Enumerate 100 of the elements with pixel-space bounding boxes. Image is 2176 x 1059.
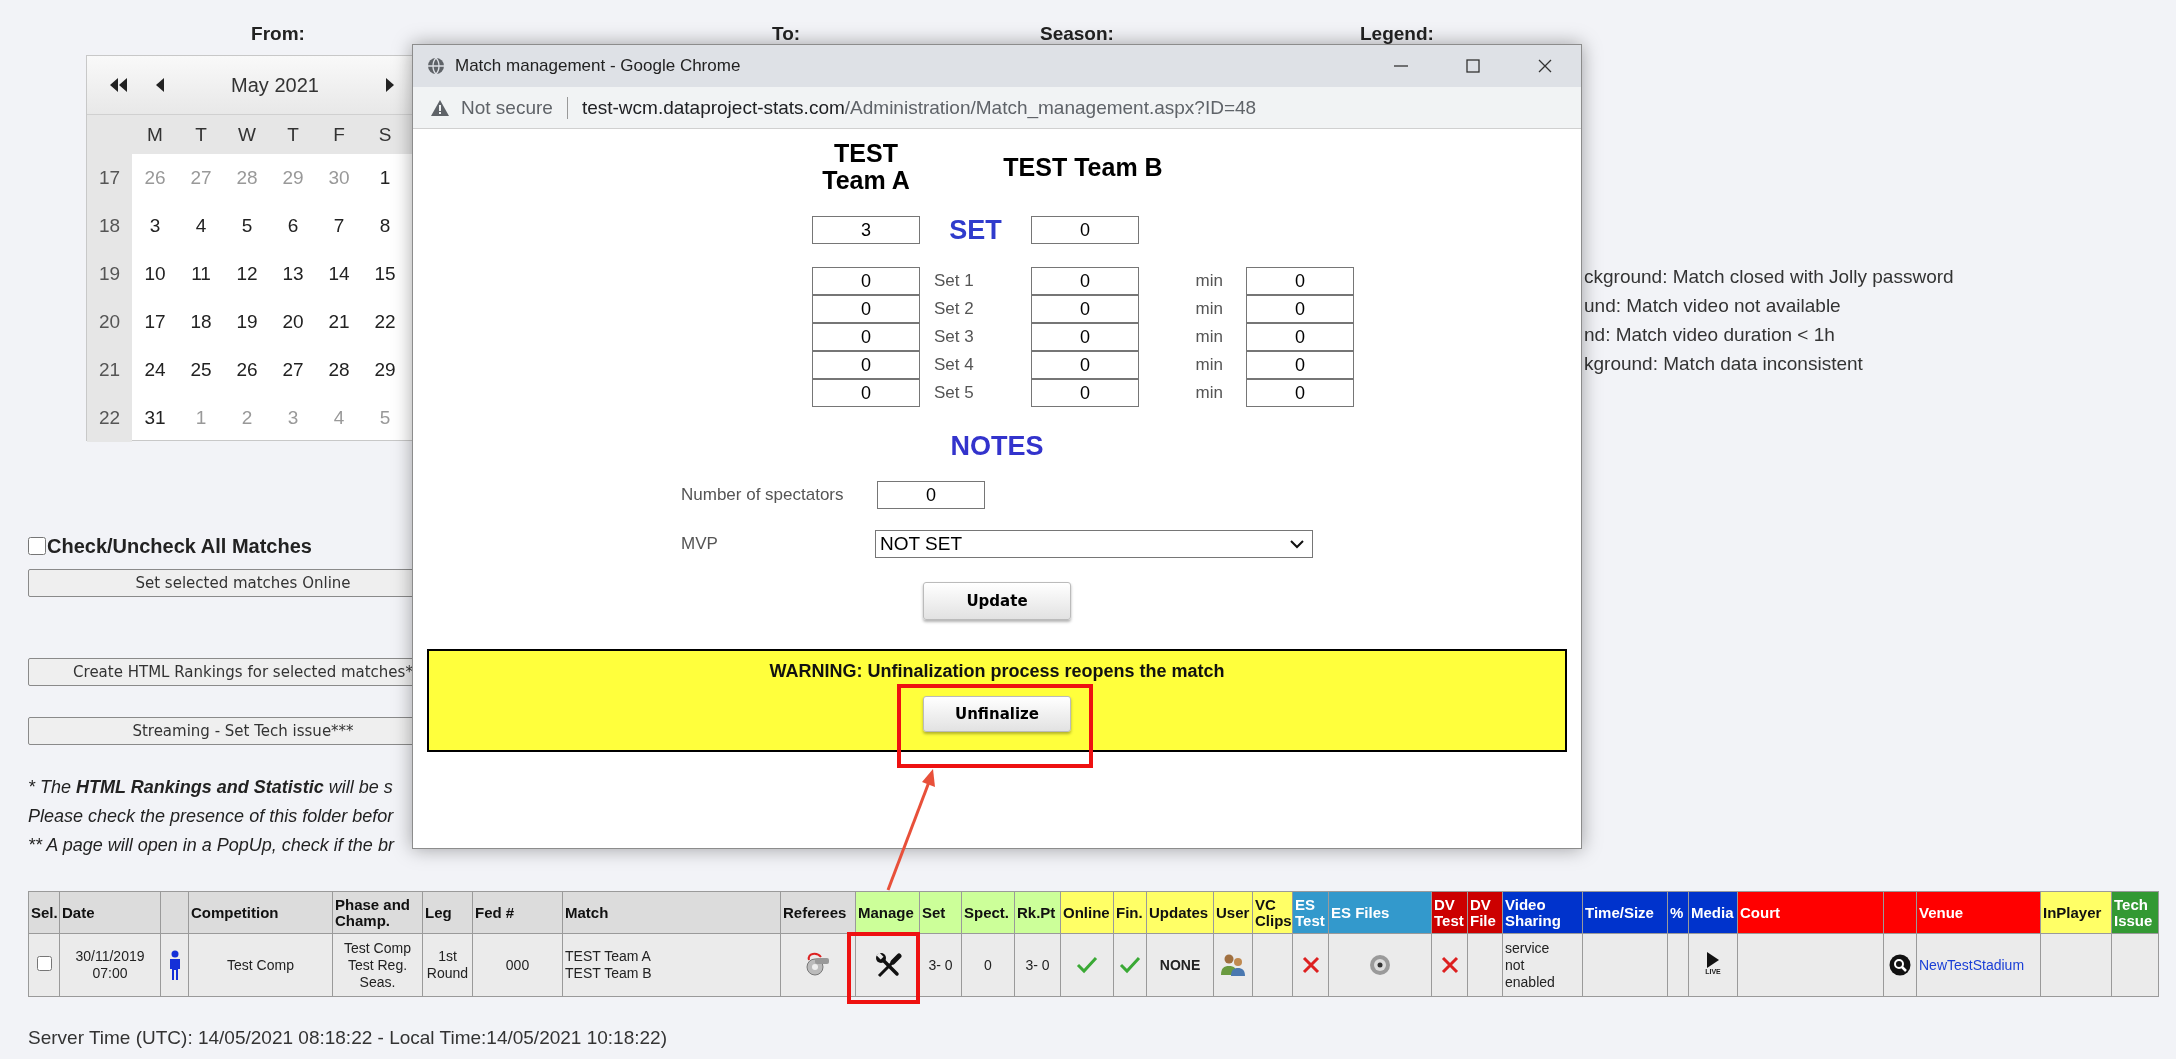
minutes-field[interactable]: 0 xyxy=(1246,267,1354,295)
person-icon[interactable] xyxy=(167,950,182,980)
calendar-day[interactable]: 8 xyxy=(362,202,408,250)
column-header: DV File xyxy=(1467,891,1503,934)
security-label: Not secure xyxy=(461,96,553,119)
footnote-text: ** A page will open in a PopUp, check if the br xyxy=(28,835,394,855)
spectators-field[interactable]: 0 xyxy=(877,481,985,509)
set-label: Set 4 xyxy=(933,355,975,375)
score-field[interactable]: 0 xyxy=(812,379,920,407)
column-header: Competition xyxy=(188,891,333,934)
column-header: Leg xyxy=(422,891,473,934)
select-all-label[interactable]: Check/Uncheck All Matches xyxy=(47,534,312,558)
minutes-field[interactable]: 0 xyxy=(1246,351,1354,379)
calendar-day[interactable]: 27 xyxy=(270,346,316,394)
select-all-checkbox[interactable] xyxy=(28,537,46,555)
calendar-day[interactable]: 21 xyxy=(316,298,362,346)
column-header: InPlayer xyxy=(2040,891,2112,934)
minutes-field[interactable]: 0 xyxy=(1246,379,1354,407)
min-label: min xyxy=(1194,383,1224,403)
calendar-day[interactable]: 26 xyxy=(224,346,270,394)
calendar-day[interactable]: 14 xyxy=(316,250,362,298)
set-label: Set 5 xyxy=(933,383,975,403)
column-header: Time/Size xyxy=(1582,891,1668,934)
calendar-day[interactable]: 29 xyxy=(362,346,408,394)
calendar-day[interactable]: 19 xyxy=(224,298,270,346)
score-field[interactable]: 0 xyxy=(812,323,920,351)
warning-icon xyxy=(431,99,449,116)
calendar-day[interactable]: 31 xyxy=(132,394,178,442)
score-field[interactable]: 0 xyxy=(812,295,920,323)
left-arrow-icon[interactable] xyxy=(155,78,165,92)
calendar-day[interactable]: 25 xyxy=(178,346,224,394)
column-header: Sel. xyxy=(28,891,60,934)
calendar-day[interactable]: 12 xyxy=(224,250,270,298)
calendar-day[interactable]: 24 xyxy=(132,346,178,394)
calendar-day[interactable]: 3 xyxy=(132,202,178,250)
calendar-day[interactable]: 5 xyxy=(224,202,270,250)
minutes-field[interactable]: 0 xyxy=(1246,295,1354,323)
calendar-day[interactable]: 7 xyxy=(316,202,362,250)
score-field[interactable]: 0 xyxy=(1031,323,1139,351)
score-field[interactable]: 0 xyxy=(812,351,920,379)
calendar-day[interactable]: 13 xyxy=(270,250,316,298)
score-field[interactable]: 0 xyxy=(1031,379,1139,407)
users-icon[interactable] xyxy=(1220,953,1246,977)
weekday-label: T xyxy=(194,123,208,146)
close-icon xyxy=(1536,57,1554,75)
column-header: Referees xyxy=(780,891,856,934)
set-label: Set 1 xyxy=(933,271,975,291)
min-label: min xyxy=(1194,271,1224,291)
calendar-day[interactable]: 10 xyxy=(132,250,178,298)
score-field[interactable]: 3 xyxy=(812,216,920,244)
calendar-day[interactable]: 18 xyxy=(178,298,224,346)
calendar-day[interactable]: 1 xyxy=(362,154,408,202)
url-text[interactable]: test-wcm.dataproject-stats.com/Administration/Match_management.aspx?ID=48 xyxy=(581,96,1257,119)
column-header: Set xyxy=(919,891,962,934)
legend-text: ckground: Match closed with Jolly password xyxy=(1584,266,1954,287)
column-header: % xyxy=(1667,891,1689,934)
week-number: 19 xyxy=(87,250,132,298)
table-cell: Test Comp Test Reg. Seas. xyxy=(332,933,423,997)
update-button[interactable]: Update xyxy=(923,582,1071,620)
tools-icon[interactable] xyxy=(873,951,902,979)
min-label: min xyxy=(1194,299,1224,319)
venue-link[interactable]: NewTestStadium xyxy=(1919,956,2025,973)
score-field[interactable]: 0 xyxy=(1031,295,1139,323)
calendar-day[interactable]: 11 xyxy=(178,250,224,298)
search-icon[interactable] xyxy=(1889,954,1911,976)
set-label: Set 3 xyxy=(933,327,975,347)
calendar-day[interactable]: 20 xyxy=(270,298,316,346)
unfinalize-button[interactable]: Unfinalize xyxy=(923,696,1071,732)
cross-icon xyxy=(1440,956,1459,974)
calendar-day[interactable]: 4 xyxy=(178,202,224,250)
table-cell: Test Comp xyxy=(188,933,333,997)
column-header: VC Clips xyxy=(1252,891,1293,934)
column-header: DV Test xyxy=(1431,891,1468,934)
table-cell: 30/11/2019 07:00 xyxy=(59,933,161,997)
calendar-day[interactable]: 6 xyxy=(270,202,316,250)
disc-icon[interactable] xyxy=(1369,954,1391,976)
column-header: Venue xyxy=(1916,891,2041,934)
column-header: Updates xyxy=(1146,891,1214,934)
column-header: Video Sharing xyxy=(1502,891,1583,934)
filter-label: Season: xyxy=(1040,24,1115,44)
right-arrow-icon[interactable] xyxy=(385,78,395,92)
score-field[interactable]: 0 xyxy=(1031,216,1139,244)
calendar-day[interactable]: 17 xyxy=(132,298,178,346)
score-field[interactable]: 0 xyxy=(812,267,920,295)
set-label: Set 2 xyxy=(933,299,975,319)
minutes-field[interactable]: 0 xyxy=(1246,323,1354,351)
field-label: MVP xyxy=(681,534,719,554)
weekday-label: W xyxy=(237,123,257,146)
score-field[interactable]: 0 xyxy=(1031,351,1139,379)
calendar-day[interactable]: 15 xyxy=(362,250,408,298)
score-field[interactable]: 0 xyxy=(1031,267,1139,295)
week-number: 22 xyxy=(87,394,132,442)
row-checkbox[interactable] xyxy=(36,955,52,971)
table-cell: 1st Round xyxy=(422,933,473,997)
legend-text: und: Match video not available xyxy=(1584,295,1841,316)
column-header: Spect. xyxy=(961,891,1015,934)
calendar-day[interactable]: 28 xyxy=(316,346,362,394)
weekday-label: M xyxy=(146,123,164,146)
mvp-dropdown[interactable]: NOT SET xyxy=(875,530,1313,558)
calendar-day[interactable]: 22 xyxy=(362,298,408,346)
